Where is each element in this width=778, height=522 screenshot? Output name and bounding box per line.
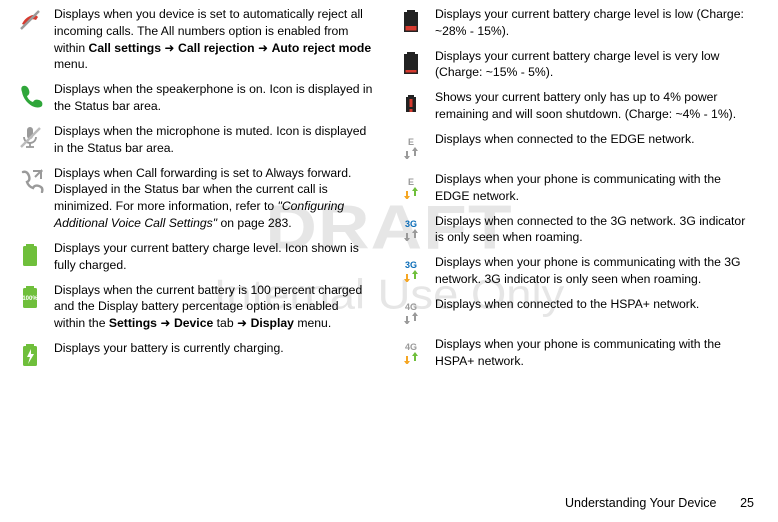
description-text: Displays when the speakerphone is on. Ic… xyxy=(54,81,373,115)
threeg-active-icon: 3G xyxy=(395,254,427,286)
icon-description-row: 3G Displays when connected to the 3G netw… xyxy=(395,213,754,247)
edge-connected-icon: E xyxy=(395,131,427,163)
description-text: Displays when the microphone is muted. I… xyxy=(54,123,373,157)
icon-description-row: Displays your current battery charge lev… xyxy=(395,6,754,40)
icon-description-row: Displays when you device is set to autom… xyxy=(14,6,373,73)
battery-low-icon xyxy=(395,6,427,38)
svg-text:E: E xyxy=(408,137,414,147)
icon-description-row: Displays when Call forwarding is set to … xyxy=(14,165,373,232)
battery-charging-icon xyxy=(14,340,46,372)
svg-text:4G: 4G xyxy=(405,342,417,352)
icon-description-row: 100% Displays when the current battery is… xyxy=(14,282,373,332)
description-text: Shows your current battery only has up t… xyxy=(435,89,754,123)
battery-very-low-icon xyxy=(395,48,427,80)
icon-description-row: Displays your current battery charge lev… xyxy=(14,240,373,274)
description-text: Displays when your phone is communicatin… xyxy=(435,336,754,370)
description-text: Displays your current battery charge lev… xyxy=(54,240,373,274)
speakerphone-icon xyxy=(14,81,46,113)
battery-full-icon xyxy=(14,240,46,272)
fourg-connected-icon: 4G xyxy=(395,296,427,328)
description-text: Displays when your phone is communicatin… xyxy=(435,171,754,205)
fourg-active-icon: 4G xyxy=(395,336,427,368)
description-text: Displays when the current battery is 100… xyxy=(54,282,373,332)
icon-description-row: Displays when the microphone is muted. I… xyxy=(14,123,373,157)
svg-text:3G: 3G xyxy=(405,260,417,270)
description-text: Displays your current battery charge lev… xyxy=(435,48,754,82)
page-content: Displays when you device is set to autom… xyxy=(0,0,778,380)
footer-section: Understanding Your Device xyxy=(565,496,717,510)
edge-active-icon: E xyxy=(395,171,427,203)
description-text: Displays when your phone is communicatin… xyxy=(435,254,754,288)
reject-call-icon xyxy=(14,6,46,38)
icon-description-row: E Displays when your phone is communicati… xyxy=(395,171,754,205)
description-text: Displays when connected to the HSPA+ net… xyxy=(435,296,754,328)
icon-description-row: 3G Displays when your phone is communicat… xyxy=(395,254,754,288)
icon-description-row: Displays your current battery charge lev… xyxy=(395,48,754,82)
icon-description-row: Shows your current battery only has up t… xyxy=(395,89,754,123)
description-text: Displays when connected to the 3G networ… xyxy=(435,213,754,247)
description-text: Displays when connected to the EDGE netw… xyxy=(435,131,754,163)
svg-text:4G: 4G xyxy=(405,302,417,312)
battery-critical-icon xyxy=(395,89,427,121)
left-column: Displays when you device is set to autom… xyxy=(14,6,373,380)
call-forwarding-icon xyxy=(14,165,46,197)
svg-text:3G: 3G xyxy=(405,219,417,229)
footer-page-number: 25 xyxy=(720,495,754,512)
svg-text:100%: 100% xyxy=(22,296,38,302)
icon-description-row: Displays when the speakerphone is on. Ic… xyxy=(14,81,373,115)
mic-muted-icon xyxy=(14,123,46,155)
icon-description-row: E Displays when connected to the EDGE net… xyxy=(395,131,754,163)
page-footer: Understanding Your Device 25 xyxy=(565,495,754,512)
icon-description-row: 4G Displays when connected to the HSPA+ n… xyxy=(395,296,754,328)
threeg-connected-icon: 3G xyxy=(395,213,427,245)
right-column: Displays your current battery charge lev… xyxy=(395,6,754,380)
icon-description-row: Displays your battery is currently charg… xyxy=(14,340,373,372)
description-text: Displays your battery is currently charg… xyxy=(54,340,373,372)
svg-text:E: E xyxy=(408,177,414,187)
description-text: Displays when Call forwarding is set to … xyxy=(54,165,373,232)
battery-100pct-icon: 100% xyxy=(14,282,46,314)
description-text: Displays when you device is set to autom… xyxy=(54,6,373,73)
description-text: Displays your current battery charge lev… xyxy=(435,6,754,40)
icon-description-row: 4G Displays when your phone is communicat… xyxy=(395,336,754,370)
